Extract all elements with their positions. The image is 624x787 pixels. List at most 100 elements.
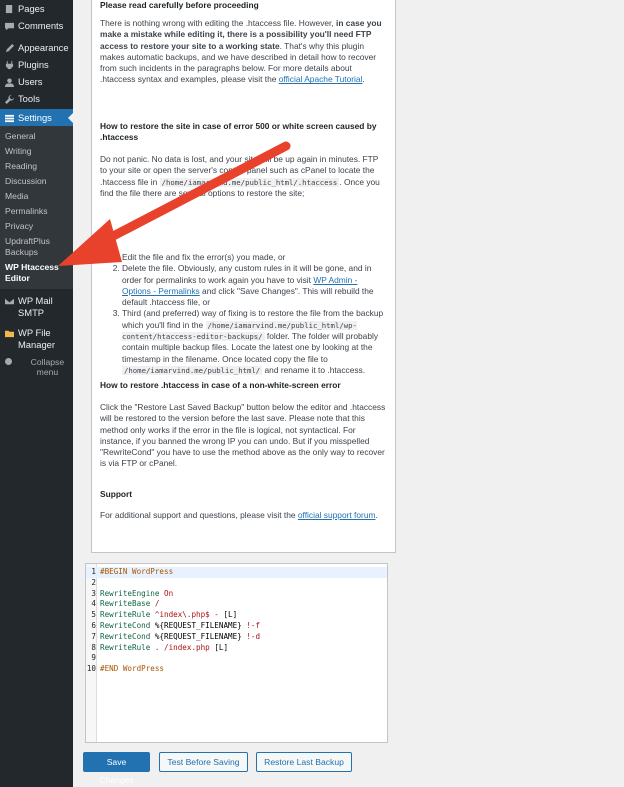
- sidebar-item-label: WP File Manager: [18, 327, 56, 350]
- collapse-menu-label: Collapse menu: [30, 357, 65, 377]
- mail-icon: [4, 296, 14, 306]
- line-number: 5: [91, 610, 96, 620]
- editor-line: 7 RewriteCond %{REQUEST_FILENAME} !-d: [86, 632, 387, 643]
- sidebar-item-plugins[interactable]: Plugins: [0, 56, 73, 73]
- submenu-item-permalinks[interactable]: Permalinks: [0, 204, 73, 219]
- text: For additional support and questions, pl…: [100, 510, 298, 520]
- submenu-item-htaccess-editor[interactable]: WP Htaccess Editor: [0, 260, 73, 286]
- editor-line: 6 RewriteCond %{REQUEST_FILENAME} !-f: [86, 621, 387, 632]
- submenu-item-reading[interactable]: Reading: [0, 159, 73, 174]
- submenu-item-media[interactable]: Media: [0, 189, 73, 204]
- apache-tutorial-link[interactable]: official Apache Tutorial: [279, 74, 363, 84]
- sidebar-item-appearance[interactable]: Appearance: [0, 39, 73, 56]
- sidebar-item-comments[interactable]: Comments: [0, 17, 73, 34]
- code-text: #BEGIN WordPress: [100, 567, 174, 576]
- sidebar-item-users[interactable]: Users: [0, 73, 73, 90]
- sidebar-item-label: Comments: [18, 19, 64, 31]
- line-number: 9: [91, 653, 96, 663]
- sidebar-item-settings[interactable]: Settings: [0, 109, 73, 126]
- panel-heading-warning: Please read carefully before proceeding: [100, 0, 259, 10]
- support-forum-link[interactable]: official support forum: [298, 510, 376, 520]
- submenu-item-discussion[interactable]: Discussion: [0, 174, 73, 189]
- line-number: 3: [91, 588, 96, 598]
- collapse-menu-button[interactable]: Collapse menu: [0, 353, 73, 381]
- instructions-panel: Please read carefully before proceeding …: [91, 0, 396, 553]
- line-number: 8: [91, 642, 96, 652]
- heading-non-white-screen: How to restore .htaccess in case of a no…: [100, 380, 341, 390]
- text: and rename it to .htaccess.: [262, 364, 366, 375]
- editor-line: 2: [86, 578, 387, 589]
- users-icon: [4, 77, 14, 87]
- sidebar-item-wp-file-manager[interactable]: WP File Manager: [0, 321, 73, 353]
- editor-line: 9: [86, 653, 387, 664]
- settings-icon: [4, 113, 14, 123]
- sidebar-item-pages[interactable]: Pages: [0, 0, 73, 17]
- collapse-icon: [4, 357, 14, 365]
- settings-submenu: General Writing Reading Discussion Media…: [0, 126, 73, 289]
- code-text: #END WordPress: [100, 664, 165, 674]
- text: .: [362, 74, 365, 85]
- line-number: 10: [86, 664, 96, 674]
- list-item: Edit the file and fix the error(s) you m…: [122, 252, 386, 263]
- test-before-saving-button[interactable]: Test Before Saving: [159, 752, 248, 772]
- editor-line: 10 #END WordPress: [86, 664, 387, 675]
- line-number: 7: [91, 631, 96, 641]
- sidebar-after-items: WP Mail SMTP WP File Manager: [0, 289, 73, 353]
- appearance-icon: [4, 43, 14, 53]
- restore-options-list: Edit the file and fix the error(s) you m…: [100, 252, 386, 376]
- text: There is nothing wrong with editing the …: [100, 18, 337, 28]
- htaccess-path-code: /home/iamarvind.me/public_html/.htaccess: [159, 177, 340, 187]
- comments-icon: [4, 21, 14, 31]
- list-item: Delete the file. Obviously, any custom r…: [122, 263, 386, 308]
- line-number: 1: [91, 567, 96, 576]
- folder-icon: [4, 328, 14, 338]
- editor-line: 5 RewriteRule ^index\.php$ - [L]: [86, 610, 387, 621]
- code-text: RewriteBase /: [100, 599, 160, 609]
- restore-backup-paragraph: Click the "Restore Last Saved Backup" bu…: [100, 402, 386, 469]
- code-text: RewriteCond %{REQUEST_FILENAME} !-f: [100, 621, 261, 630]
- tools-icon: [4, 94, 14, 104]
- sidebar-top-items: Pages Comments Appearance Plugins Users …: [0, 0, 73, 107]
- support-paragraph: For additional support and questions, pl…: [100, 510, 386, 521]
- admin-sidebar: Pages Comments Appearance Plugins Users …: [0, 0, 73, 787]
- sidebar-item-tools[interactable]: Tools: [0, 90, 73, 107]
- heading-restore-500: How to restore the site in case of error…: [100, 121, 377, 142]
- editor-line: 4 RewriteBase /: [86, 599, 387, 610]
- text: Edit the file and fix the error(s) you m…: [122, 252, 286, 262]
- code-text: RewriteRule ^index\.php$ - [L]: [100, 610, 238, 620]
- restore-paragraph: Do not panic. No data is lost, and your …: [100, 154, 386, 199]
- editor-line: 8 RewriteRule . /index.php [L]: [86, 643, 387, 654]
- code-text: RewriteCond %{REQUEST_FILENAME} !-d: [100, 631, 261, 641]
- sidebar-item-label: Users: [18, 75, 43, 87]
- sidebar-item-label: Plugins: [18, 58, 49, 70]
- list-item: Third (and preferred) way of fixing is t…: [122, 308, 386, 376]
- sidebar-item-wp-mail-smtp[interactable]: WP Mail SMTP: [0, 289, 73, 321]
- editor-line: 3 RewriteEngine On: [86, 589, 387, 600]
- line-number: 2: [91, 577, 96, 587]
- restore-last-backup-button[interactable]: Restore Last Backup: [256, 752, 352, 772]
- submenu-item-writing[interactable]: Writing: [0, 144, 73, 159]
- line-number: 4: [91, 599, 96, 609]
- heading-support: Support: [100, 489, 133, 499]
- save-changes-button[interactable]: Save Changes: [83, 752, 150, 785]
- sidebar-item-label: Pages: [18, 2, 45, 14]
- plugins-icon: [4, 60, 14, 70]
- code-text: RewriteRule . /index.php [L]: [100, 642, 229, 652]
- pages-icon: [4, 4, 14, 14]
- intro-paragraph: There is nothing wrong with editing the …: [100, 18, 386, 86]
- public-html-code: /home/iamarvind.me/public_html/: [122, 365, 263, 375]
- submenu-item-updraftplus[interactable]: UpdraftPlus Backups: [0, 234, 73, 260]
- submenu-item-privacy[interactable]: Privacy: [0, 219, 73, 234]
- text: .: [375, 510, 378, 520]
- editor-line: 1 #BEGIN WordPress: [86, 567, 387, 578]
- sidebar-item-label: WP Mail SMTP: [18, 295, 53, 318]
- line-number: 6: [91, 621, 96, 630]
- submenu-item-general[interactable]: General: [0, 129, 73, 144]
- sidebar-item-label: Tools: [18, 92, 40, 104]
- sidebar-item-label: Appearance: [18, 41, 69, 53]
- sidebar-item-label: Settings: [18, 111, 52, 123]
- code-text: RewriteEngine On: [100, 588, 174, 598]
- htaccess-code-editor[interactable]: 1 #BEGIN WordPress 2 3 RewriteEngine On 4 Rewr…: [85, 563, 388, 743]
